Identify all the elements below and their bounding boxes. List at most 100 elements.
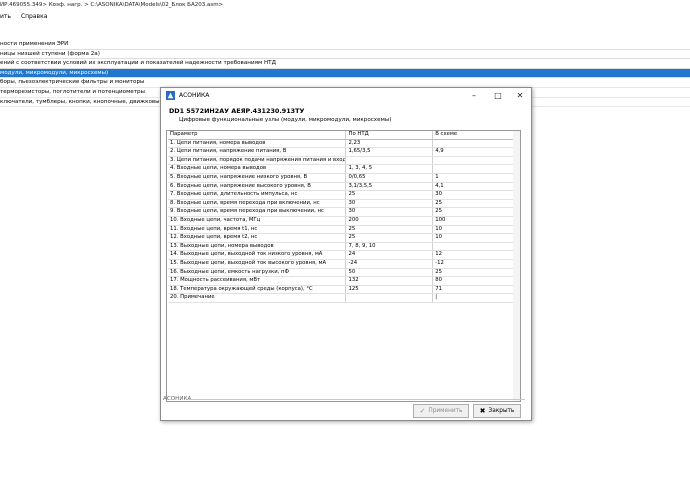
table-row[interactable]: 18. Температура окружающей среды (корпус… <box>168 285 518 295</box>
cell-parameter: 1. Цепи питания, номера выводов <box>168 139 347 148</box>
cell-scheme-value[interactable]: 4,9 <box>433 148 518 156</box>
cell-scheme-value[interactable] <box>433 165 518 173</box>
cell-ntd-value <box>346 156 434 165</box>
list-item-selected[interactable]: модули, микромодули, микросхемы) <box>0 68 690 79</box>
cell-parameter: 5. Входные цепи, напряжение низкого уров… <box>168 173 347 182</box>
cell-ntd-value: 132 <box>346 277 434 285</box>
cell-ntd-value: 30 <box>346 199 434 208</box>
cell-ntd-value: 25 <box>346 234 434 242</box>
cell-ntd-value: 2,23 <box>346 139 434 148</box>
device-name: DD1 5572ИН2АУ АЕЯР.431230.913ТУ <box>169 107 305 115</box>
cell-ntd-value: 125 <box>346 285 434 294</box>
table-row[interactable]: 9. Входные цепи, время перехода при выкл… <box>168 208 518 217</box>
cell-parameter: 4. Входные цепи, номера выводов <box>168 165 347 173</box>
table-row[interactable]: 15. Выходные цепи, выходной ток высокого… <box>168 259 518 269</box>
cell-ntd-value: 50 <box>346 268 434 277</box>
cell-scheme-value[interactable]: -12 <box>433 259 518 268</box>
close-icon[interactable]: ✕ <box>509 88 531 103</box>
footer-label: АСОНИКА <box>163 396 192 402</box>
cell-scheme-value[interactable] <box>433 139 518 148</box>
cell-ntd-value: 200 <box>346 216 434 225</box>
cell-parameter: 11. Входные цепи, время t1, нс <box>168 225 347 234</box>
table-row[interactable]: 14. Выходные цепи, выходной ток низкого … <box>168 251 518 260</box>
cell-ntd-value: 0/0,65 <box>346 173 434 182</box>
cell-parameter: 8. Входные цепи, время перехода при вклю… <box>168 199 347 208</box>
list-item[interactable]: ений с соответствии условий их эксплуата… <box>0 59 690 69</box>
table-row[interactable]: 4. Входные цепи, номера выводов 1, 3, 4, … <box>168 165 518 174</box>
cell-parameter: 7. Входные цепи, длительность импульса, … <box>168 191 347 199</box>
cell-parameter: 20. Примечание <box>168 294 347 302</box>
app-title-bar: ИР.469055.349> Коэф. нагр. > C:\ASONIKA\… <box>0 0 690 11</box>
cell-scheme-value[interactable]: 30 <box>433 191 518 199</box>
cell-scheme-value[interactable]: 80 <box>433 277 518 285</box>
list-item[interactable]: ности применения ЭРИ <box>0 40 690 50</box>
app-icon <box>166 91 175 100</box>
menu-item-help[interactable]: Справка <box>21 11 47 22</box>
table-row[interactable]: 16. Выходные цепи, емкость нагрузки, пФ 5… <box>168 268 518 278</box>
cell-scheme-value[interactable] <box>433 156 518 165</box>
cell-parameter: 6. Входные цепи, напряжение высокого уро… <box>168 182 347 191</box>
cell-scheme-value[interactable]: 12 <box>433 251 518 259</box>
table-row[interactable]: 1. Цепи питания, номера выводов 2,23 <box>168 139 518 149</box>
cell-scheme-value[interactable]: 1 <box>433 173 518 182</box>
table-row[interactable]: 6. Входные цепи, напряжение высокого уро… <box>168 182 518 192</box>
maximize-icon[interactable]: □ <box>487 88 509 103</box>
cell-ntd-value: 7, 8, 9, 10 <box>346 242 434 251</box>
cell-ntd-value: 25 <box>346 191 434 199</box>
column-header-scheme: В схеме <box>433 131 518 139</box>
close-label: Закрыть <box>488 408 515 414</box>
list-item[interactable]: ницы низшей ступени (форма 2а) <box>0 50 690 60</box>
table-row[interactable]: 12. Входные цепи, время t2, нс 25 10 <box>168 234 518 243</box>
table-row[interactable]: 13. Выходные цепи, номера выводов 7, 8, 9… <box>168 242 518 252</box>
column-header-parameter: Параметр <box>168 131 347 139</box>
cell-scheme-value[interactable]: | <box>433 294 518 302</box>
minimize-icon[interactable]: – <box>463 88 485 103</box>
cell-ntd-value: 3,1/3,5,5 <box>346 182 434 191</box>
cell-parameter: 14. Выходные цепи, выходной ток низкого … <box>168 251 347 259</box>
cell-scheme-value[interactable]: 71 <box>433 285 518 294</box>
cell-parameter: 17. Мощность рассеивания, мВт <box>168 277 347 285</box>
table-row[interactable]: 8. Входные цепи, время перехода при вклю… <box>168 199 518 209</box>
close-button[interactable]: ✖ Закрыть <box>473 404 521 418</box>
cell-parameter: 3. Цепи питания, порядок подачи напряжен… <box>170 156 347 165</box>
table-row[interactable]: 11. Входные цепи, время t1, нс 25 10 <box>168 225 518 235</box>
close-x-icon: ✖ <box>479 407 486 415</box>
apply-label: Применить <box>428 408 463 414</box>
cell-scheme-value[interactable]: 10 <box>433 234 518 242</box>
cell-parameter: 2. Цепи питания, напряжение питания, В <box>168 148 347 156</box>
cell-scheme-value[interactable]: 25 <box>433 268 518 277</box>
table-row[interactable]: 2. Цепи питания, напряжение питания, В 1,… <box>168 148 518 157</box>
apply-button[interactable]: ✓ Применить <box>413 404 469 418</box>
parameters-table: Параметр По НТД В схеме 1. Цепи питания,… <box>166 130 521 402</box>
cell-scheme-value[interactable] <box>433 242 518 251</box>
menu-bar: ить Справка <box>0 11 690 22</box>
cell-parameter: 15. Выходные цепи, выходной ток высокого… <box>168 259 347 268</box>
checkmark-icon: ✓ <box>419 407 426 415</box>
cell-ntd-value: 1,65/3,5 <box>346 148 434 156</box>
cell-parameter: 12. Входные цепи, время t2, нс <box>168 234 347 242</box>
cell-ntd-value: 30 <box>346 208 434 216</box>
table-header: Параметр По НТД В схеме <box>168 131 518 140</box>
table-row[interactable]: 7. Входные цепи, длительность импульса, … <box>168 191 518 200</box>
cell-parameter: 10. Входные цепи, частота, МГц <box>168 216 347 225</box>
cell-scheme-value[interactable]: 4,1 <box>433 182 518 191</box>
cell-parameter: 16. Выходные цепи, емкость нагрузки, пФ <box>168 268 347 277</box>
parameters-dialog: АСОНИКА – □ ✕ DD1 5572ИН2АУ АЕЯР.431230.… <box>160 87 532 421</box>
cell-scheme-value[interactable]: 100 <box>433 216 518 225</box>
cell-scheme-value[interactable]: 25 <box>433 199 518 208</box>
table-row[interactable]: 17. Мощность рассеивания, мВт 132 80 <box>168 277 518 286</box>
cell-ntd-value <box>346 294 434 302</box>
table-row[interactable]: 5. Входные цепи, напряжение низкого уров… <box>168 173 518 183</box>
table-row[interactable]: 10. Входные цепи, частота, МГц 200 100 <box>168 216 518 226</box>
table-row[interactable]: 20. Примечание | <box>168 294 518 303</box>
cell-ntd-value: 1, 3, 4, 5 <box>346 165 434 173</box>
footer-divider <box>189 399 525 400</box>
cell-scheme-value[interactable]: 25 <box>433 208 518 216</box>
column-header-ntd: По НТД <box>346 131 434 139</box>
dialog-title: АСОНИКА <box>179 92 210 99</box>
cell-parameter: 9. Входные цепи, время перехода при выкл… <box>168 208 347 216</box>
vertical-scrollbar[interactable] <box>513 131 520 401</box>
menu-item-1[interactable]: ить <box>0 11 11 22</box>
cell-scheme-value[interactable]: 10 <box>433 225 518 234</box>
table-row[interactable]: 3. Цепи питания, порядок подачи напряжен… <box>168 156 518 166</box>
